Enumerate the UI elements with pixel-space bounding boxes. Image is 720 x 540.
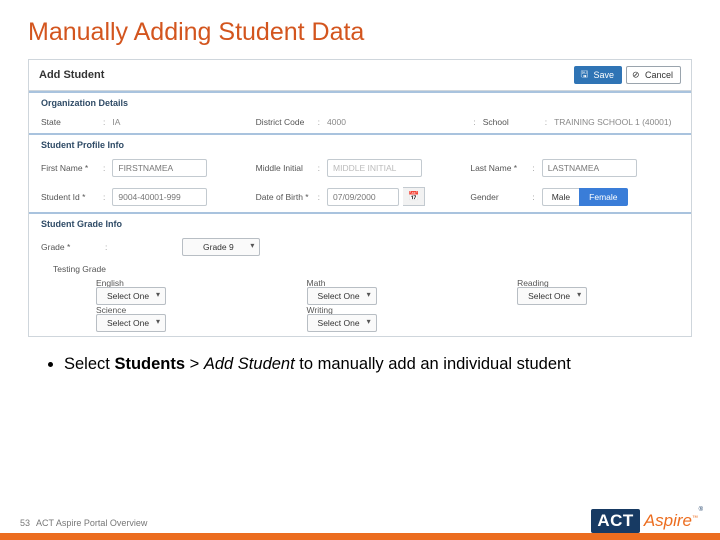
grade-label: Grade *: [41, 242, 96, 252]
save-button[interactable]: 🖫Save: [574, 66, 622, 84]
first-name-input[interactable]: FIRSTNAMEA: [112, 159, 207, 177]
english-dropdown[interactable]: Select One: [96, 287, 166, 305]
act-aspire-logo: ACT® Aspire™: [591, 509, 698, 533]
middle-initial-input[interactable]: MIDDLE INITIAL: [327, 159, 422, 177]
slide-title: Manually Adding Student Data: [28, 18, 692, 47]
calendar-icon[interactable]: 📅: [403, 187, 425, 206]
school-label: School: [483, 117, 538, 127]
gender-male-button[interactable]: Male: [542, 188, 579, 206]
first-name-label: First Name *: [41, 163, 96, 173]
dob-input[interactable]: 07/09/2000: [327, 188, 399, 206]
instruction-bullet: Select Students > Add Student to manuall…: [64, 355, 692, 374]
writing-dropdown[interactable]: Select One: [307, 314, 377, 332]
dob-label: Date of Birth *: [256, 192, 311, 202]
middle-initial-label: Middle Initial: [256, 163, 311, 173]
gender-label: Gender: [470, 192, 525, 202]
grade-info-header: Student Grade Info: [29, 214, 691, 234]
science-dropdown[interactable]: Select One: [96, 314, 166, 332]
page-number: 53: [20, 518, 30, 528]
footer-accent-bar: [0, 533, 720, 540]
district-value: 4000: [327, 117, 346, 127]
add-student-panel: Add Student 🖫Save ⊘Cancel Organization D…: [28, 59, 692, 337]
cancel-button[interactable]: ⊘Cancel: [626, 66, 681, 84]
gender-female-button[interactable]: Female: [579, 188, 627, 206]
math-dropdown[interactable]: Select One: [307, 287, 377, 305]
state-label: State: [41, 117, 96, 127]
reading-dropdown[interactable]: Select One: [517, 287, 587, 305]
last-name-input[interactable]: LASTNAMEA: [542, 159, 637, 177]
save-icon: 🖫: [580, 67, 588, 83]
testing-grade-label: Testing Grade: [53, 264, 106, 274]
cancel-icon: ⊘: [632, 70, 640, 81]
district-label: District Code: [256, 117, 311, 127]
school-value: TRAINING SCHOOL 1 (40001): [554, 117, 671, 127]
state-value: IA: [112, 117, 120, 127]
student-id-label: Student Id *: [41, 192, 96, 202]
footer-text: 53ACT Aspire Portal Overview: [20, 518, 147, 528]
last-name-label: Last Name *: [470, 163, 525, 173]
grade-dropdown[interactable]: Grade 9: [182, 238, 260, 256]
org-details-header: Organization Details: [29, 93, 691, 113]
student-id-input[interactable]: 9004-40001-999: [112, 188, 207, 206]
panel-title: Add Student: [39, 69, 104, 81]
profile-header: Student Profile Info: [29, 135, 691, 155]
